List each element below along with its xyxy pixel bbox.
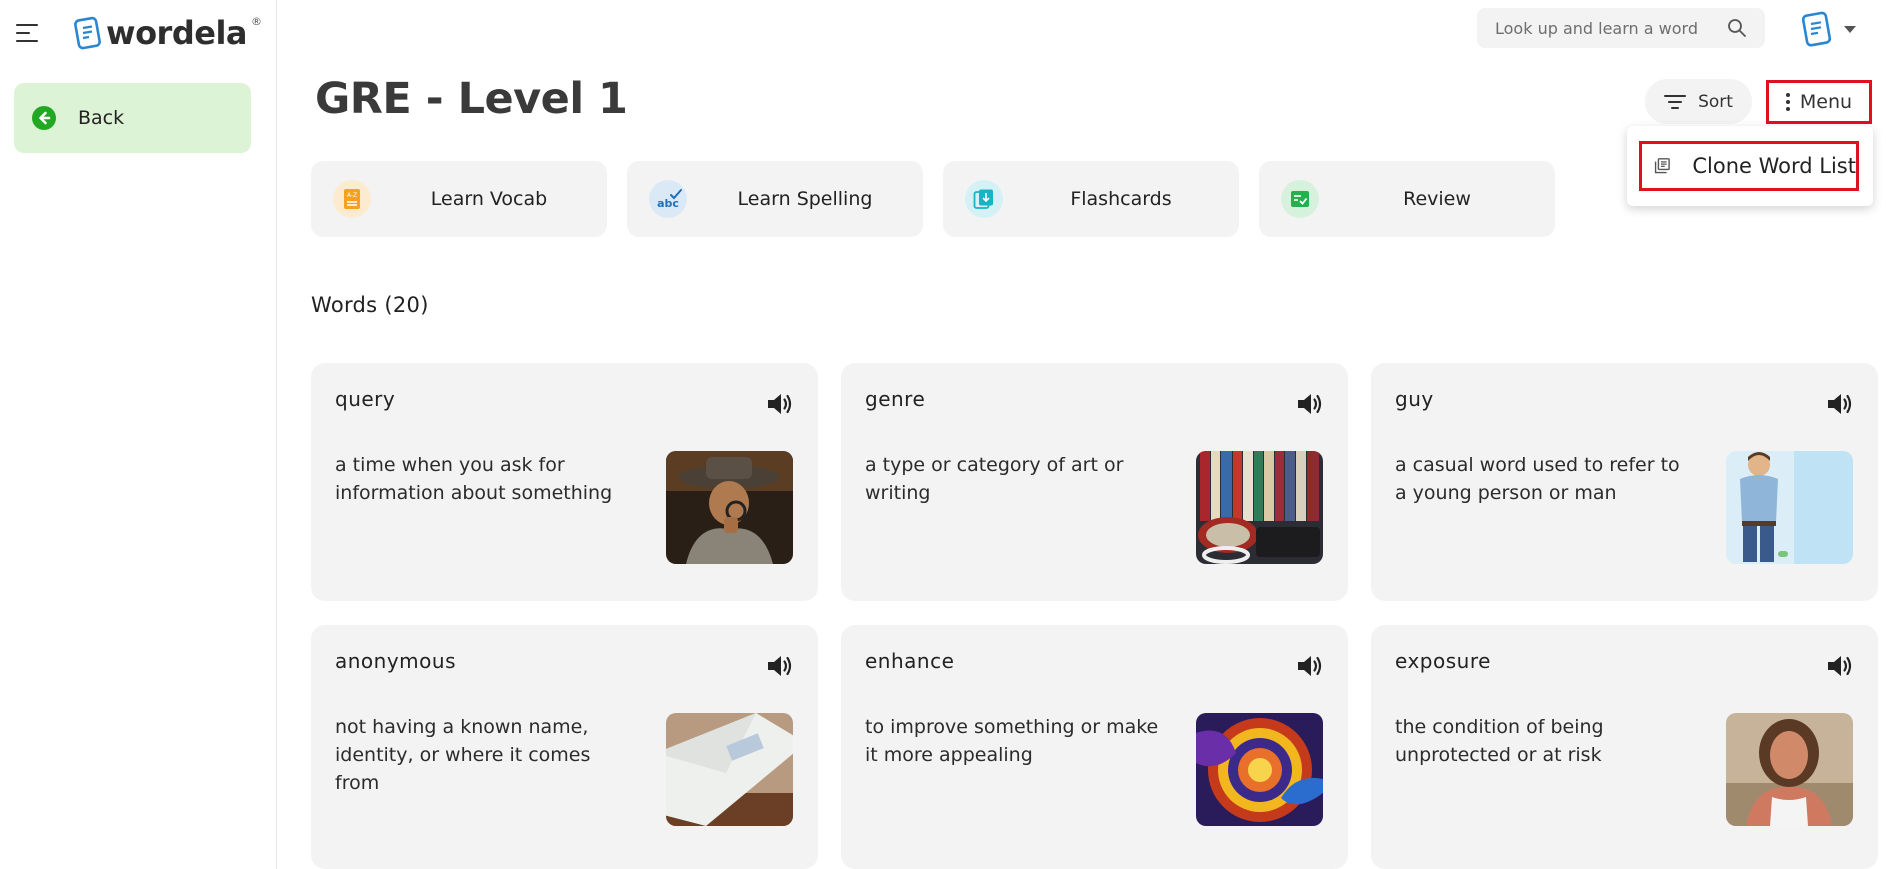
speaker-icon[interactable] bbox=[766, 391, 794, 417]
word-definition: not having a known name, identity, or wh… bbox=[335, 716, 591, 794]
registered-mark: ® bbox=[251, 14, 262, 28]
word-card[interactable]: genre a type or category of art or writi… bbox=[841, 363, 1348, 601]
word-card[interactable]: guy a casual word used to refer to a you… bbox=[1371, 363, 1878, 601]
books-and-records-image bbox=[1196, 451, 1323, 564]
account-menu[interactable] bbox=[1800, 10, 1856, 48]
menu-dropdown: Clone Word List bbox=[1627, 126, 1873, 206]
search-input[interactable] bbox=[1495, 18, 1715, 38]
word-title: guy bbox=[1395, 387, 1434, 411]
search-icon[interactable] bbox=[1727, 18, 1747, 38]
speaker-icon[interactable] bbox=[766, 653, 794, 679]
word-title: anonymous bbox=[335, 649, 456, 673]
search-bar bbox=[1477, 8, 1765, 48]
logo[interactable]: wordela ® bbox=[74, 14, 262, 52]
word-card[interactable]: anonymous not having a known name, ident… bbox=[311, 625, 818, 869]
words-heading: Words (20) bbox=[311, 293, 429, 317]
wordela-logo-icon bbox=[74, 16, 101, 50]
more-vertical-icon bbox=[1785, 93, 1790, 111]
word-card[interactable]: enhance to improve something or make it … bbox=[841, 625, 1348, 869]
sort-button[interactable]: Sort bbox=[1645, 79, 1752, 124]
flashcards-label: Flashcards bbox=[1070, 188, 1172, 210]
sort-label: Sort bbox=[1698, 91, 1733, 112]
speaker-icon[interactable] bbox=[1826, 653, 1854, 679]
learn-spelling-label: Learn Spelling bbox=[737, 188, 873, 210]
word-title: genre bbox=[865, 387, 926, 411]
review-label: Review bbox=[1403, 188, 1471, 210]
back-label: Back bbox=[78, 107, 125, 129]
learn-vocab-label: Learn Vocab bbox=[430, 188, 548, 210]
page-title: GRE - Level 1 bbox=[315, 74, 628, 124]
review-checklist-icon bbox=[1281, 180, 1319, 218]
library-books-icon bbox=[1654, 158, 1670, 174]
word-definition: the condition of being unprotected or at… bbox=[1395, 716, 1604, 766]
sort-icon bbox=[1664, 94, 1687, 109]
envelope-image bbox=[666, 713, 793, 826]
vocab-book-icon: A-Z bbox=[333, 180, 371, 218]
sunburned-woman-image bbox=[1726, 713, 1853, 826]
hamburger-menu-icon[interactable] bbox=[16, 24, 38, 42]
word-card[interactable]: query a time when you ask for informatio… bbox=[311, 363, 818, 601]
clone-word-list-label: Clone Word List bbox=[1692, 154, 1856, 178]
speaker-icon[interactable] bbox=[1296, 653, 1324, 679]
menu-button[interactable]: Menu bbox=[1766, 80, 1872, 124]
word-title: enhance bbox=[865, 649, 955, 673]
review-button[interactable]: Review bbox=[1259, 161, 1555, 237]
word-title: query bbox=[335, 387, 396, 411]
young-man-cartoon-image bbox=[1726, 451, 1853, 564]
flashcards-button[interactable]: Flashcards bbox=[943, 161, 1239, 237]
word-definition: a casual word used to refer to a young p… bbox=[1395, 454, 1680, 504]
detective-with-magnifier-image bbox=[666, 451, 793, 564]
flashcards-icon bbox=[965, 180, 1003, 218]
speaker-icon[interactable] bbox=[1826, 391, 1854, 417]
word-card[interactable]: exposure the condition of being unprotec… bbox=[1371, 625, 1878, 869]
learn-vocab-button[interactable]: A-Z Learn Vocab bbox=[311, 161, 607, 237]
word-definition: to improve something or make it more app… bbox=[865, 716, 1159, 766]
colorful-swirl-art-image bbox=[1196, 713, 1323, 826]
word-definition: a time when you ask for information abou… bbox=[335, 454, 613, 504]
brand-name: wordela bbox=[106, 14, 248, 52]
chevron-down-icon bbox=[1844, 25, 1856, 33]
back-button[interactable]: Back bbox=[14, 83, 251, 153]
speaker-icon[interactable] bbox=[1296, 391, 1324, 417]
arrow-left-circle-icon bbox=[32, 106, 56, 130]
svg-text:A-Z: A-Z bbox=[347, 192, 357, 199]
word-definition: a type or category of art or writing bbox=[865, 454, 1124, 504]
avatar bbox=[1801, 11, 1832, 47]
word-title: exposure bbox=[1395, 649, 1491, 673]
abc-spelling-icon: abc bbox=[649, 180, 687, 218]
menu-label: Menu bbox=[1799, 91, 1853, 113]
clone-word-list-item[interactable]: Clone Word List bbox=[1639, 141, 1859, 191]
learn-spelling-button[interactable]: abc Learn Spelling bbox=[627, 161, 923, 237]
svg-text:abc: abc bbox=[657, 197, 679, 210]
sidebar: wordela ® Back bbox=[0, 0, 277, 869]
